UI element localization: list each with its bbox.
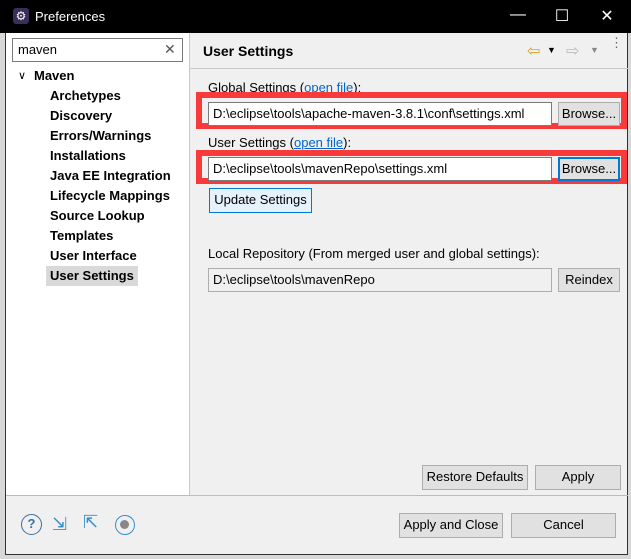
forward-menu-icon[interactable]: ▼ [590,45,599,55]
export-icon[interactable]: ⇱ [83,512,98,533]
tree-item-errors-warnings[interactable]: Errors/Warnings [46,126,155,146]
footer-divider [6,495,628,496]
user-label-text: User Settings ( [208,135,294,150]
eclipse-gear-icon: ⚙ [13,8,29,24]
tree-item-source-lookup[interactable]: Source Lookup [46,206,149,226]
user-settings-input[interactable]: D:\eclipse\tools\mavenRepo\settings.xml [208,157,552,181]
filter-input[interactable]: maven [12,38,183,62]
title-bar: ⚙ Preferences — ☐ ✕ [0,0,631,33]
close-button[interactable]: ✕ [592,6,622,26]
minimize-button[interactable]: — [503,6,533,24]
restore-defaults-button[interactable]: Restore Defaults [422,465,528,490]
tree-item-user-settings[interactable]: User Settings [46,266,138,286]
chevron-down-icon[interactable]: ∨ [18,69,26,82]
maximize-button[interactable]: ☐ [547,6,577,26]
global-browse-button[interactable]: Browse... [558,102,620,126]
tree-item-templates[interactable]: Templates [46,226,117,246]
tree-item-discovery[interactable]: Discovery [46,106,116,126]
local-repository-label: Local Repository (From merged user and g… [208,246,540,261]
tree-item-installations[interactable]: Installations [46,146,130,166]
tree-item-maven[interactable]: Maven [30,66,78,86]
help-icon[interactable]: ? [21,514,42,535]
view-menu-icon[interactable]: ⋮ [610,36,623,49]
header-divider [190,68,628,69]
window-title: Preferences [35,9,106,24]
update-settings-button[interactable]: Update Settings [209,188,312,213]
global-settings-input[interactable]: D:\eclipse\tools\apache-maven-3.8.1\conf… [208,102,552,126]
back-arrow-icon[interactable]: ⇦ [527,41,540,61]
clear-filter-icon[interactable]: ✕ [164,41,176,58]
tree-item-archetypes[interactable]: Archetypes [46,86,125,106]
apply-button[interactable]: Apply [535,465,621,490]
tree-item-lifecycle-mappings[interactable]: Lifecycle Mappings [46,186,174,206]
cancel-button[interactable]: Cancel [511,513,616,538]
back-menu-icon[interactable]: ▼ [547,45,556,55]
local-repository-input: D:\eclipse\tools\mavenRepo [208,268,552,292]
user-label-suffix: ): [343,135,352,150]
record-icon[interactable] [115,515,135,535]
user-browse-button[interactable]: Browse... [558,157,620,181]
reindex-button[interactable]: Reindex [558,268,620,292]
forward-arrow-icon[interactable]: ⇨ [566,41,579,61]
user-open-file-link[interactable]: open file [294,135,343,150]
user-settings-label: User Settings (open file): [208,135,351,150]
apply-and-close-button[interactable]: Apply and Close [399,513,503,538]
tree-item-java-ee-integration[interactable]: Java EE Integration [46,166,175,186]
import-icon[interactable]: ⇲ [52,514,67,535]
page-title: User Settings [203,43,294,59]
tree-item-user-interface[interactable]: User Interface [46,246,141,266]
